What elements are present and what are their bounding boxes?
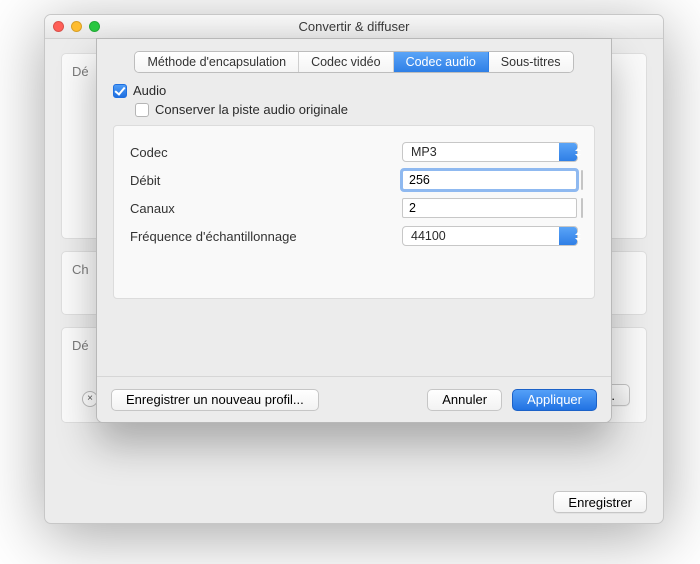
- codec-select[interactable]: MP3: [402, 142, 578, 162]
- audio-checkbox-label: Audio: [133, 83, 166, 98]
- tab-encapsulation[interactable]: Méthode d'encapsulation: [135, 52, 299, 72]
- window-title: Convertir & diffuser: [45, 19, 663, 34]
- channels-label: Canaux: [130, 201, 402, 216]
- panel-bottom-label: Dé: [72, 338, 89, 353]
- audio-checkbox[interactable]: [113, 84, 127, 98]
- sheet-footer: Enregistrer un nouveau profil... Annuler…: [97, 376, 611, 422]
- bitrate-label: Débit: [130, 173, 402, 188]
- samplerate-label: Fréquence d'échantillonnage: [130, 229, 402, 244]
- codec-label: Codec: [130, 145, 402, 160]
- keep-original-checkbox[interactable]: [135, 103, 149, 117]
- save-profile-button[interactable]: Enregistrer un nouveau profil...: [111, 389, 319, 411]
- window-close-button[interactable]: [53, 21, 64, 32]
- keep-original-checkbox-row[interactable]: Conserver la piste audio originale: [135, 102, 595, 117]
- channels-stepper[interactable]: [581, 198, 583, 218]
- form-panel: Codec MP3 Débit: [113, 125, 595, 299]
- window-minimize-button[interactable]: [71, 21, 82, 32]
- panel-middle-label: Ch: [72, 262, 89, 277]
- bitrate-stepper[interactable]: [581, 170, 583, 190]
- keep-original-checkbox-label: Conserver la piste audio originale: [155, 102, 348, 117]
- titlebar: Convertir & diffuser: [45, 15, 663, 39]
- sheet-body: Audio Conserver la piste audio originale…: [97, 73, 611, 299]
- tab-bar: Méthode d'encapsulation Codec vidéo Code…: [134, 51, 573, 73]
- profile-sheet: Méthode d'encapsulation Codec vidéo Code…: [96, 38, 612, 423]
- window-zoom-button[interactable]: [89, 21, 100, 32]
- samplerate-select-value: 44100: [411, 229, 446, 243]
- channels-input[interactable]: [402, 198, 577, 218]
- save-button[interactable]: Enregistrer: [553, 491, 647, 513]
- traffic-lights: [53, 21, 100, 32]
- tab-video-codec[interactable]: Codec vidéo: [299, 52, 394, 72]
- parent-footer: Enregistrer: [553, 491, 647, 513]
- panel-top-label: Dé: [72, 64, 89, 79]
- bitrate-input[interactable]: [402, 170, 577, 190]
- audio-checkbox-row[interactable]: Audio: [113, 83, 595, 98]
- samplerate-select[interactable]: 44100: [402, 226, 578, 246]
- codec-select-value: MP3: [411, 145, 437, 159]
- apply-button[interactable]: Appliquer: [512, 389, 597, 411]
- tab-audio-codec[interactable]: Codec audio: [394, 52, 489, 72]
- tab-subtitles[interactable]: Sous-titres: [489, 52, 573, 72]
- cancel-button[interactable]: Annuler: [427, 389, 502, 411]
